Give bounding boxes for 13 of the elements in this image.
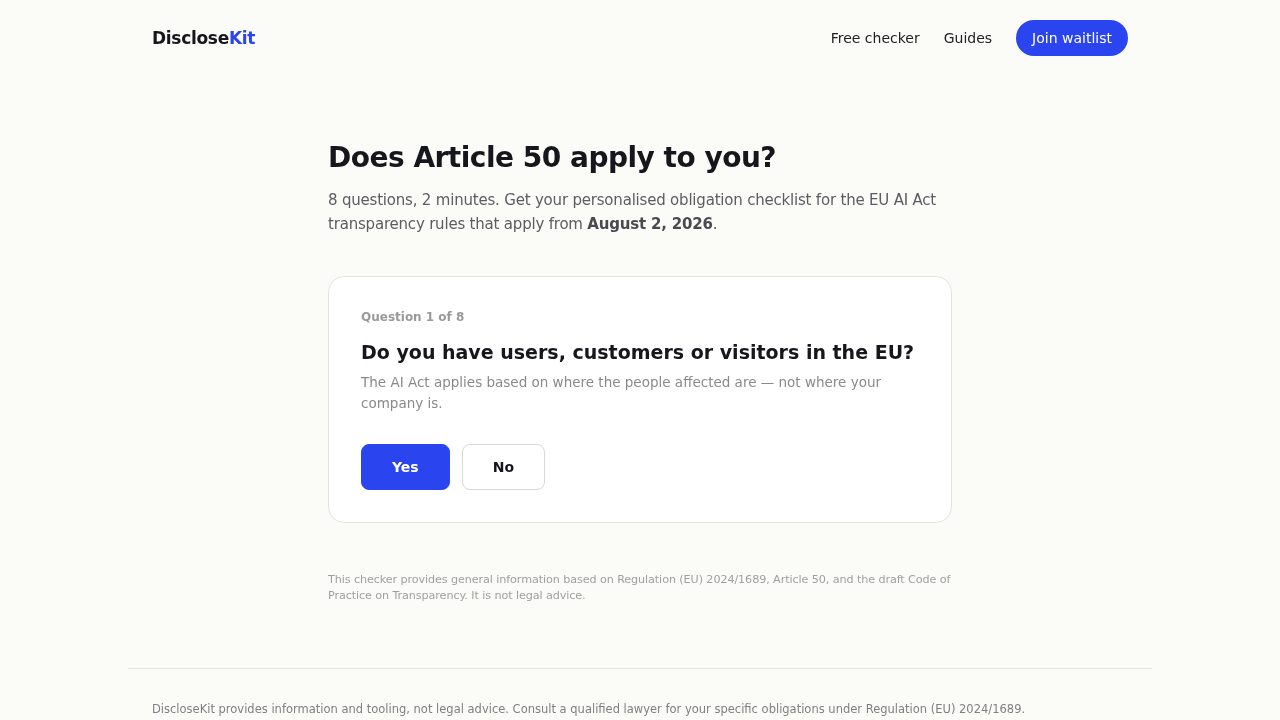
join-waitlist-button[interactable]: Join waitlist [1016,20,1128,56]
answer-button[interactable]: Yes [361,444,450,490]
question-help-text: The AI Act applies based on where the people affected are — not where your company is. [361,373,883,413]
disclaimer-text: This checker provides general information based on Regulation (EU) 2024/1689, Article 50, and the draft Code of Practice on Transparency. It is not legal advice. [328,572,952,604]
nav-link[interactable]: Free checker [830,30,920,46]
question-counter: Question 1 of 8 [361,309,465,326]
nav-link[interactable]: Guides [943,30,993,46]
answer-button[interactable]: No [461,444,546,490]
page-title: Does Article 50 apply to you? [328,140,777,176]
footer-text: DiscloseKit provides information and tooling, not legal advice. Consult a qualified lawyer for your specific obligations under Regulation (EU) 2024/1689. [152,701,1026,717]
logo[interactable]: DiscloseKit [152,28,256,48]
question-title: Do you have users, customers or visitors in the EU? [361,340,915,365]
page-subtitle: 8 questions, 2 minutes. Get your personalised obligation checklist for the EU AI Act transparency rules that apply from August 2, 2026. [328,190,938,235]
